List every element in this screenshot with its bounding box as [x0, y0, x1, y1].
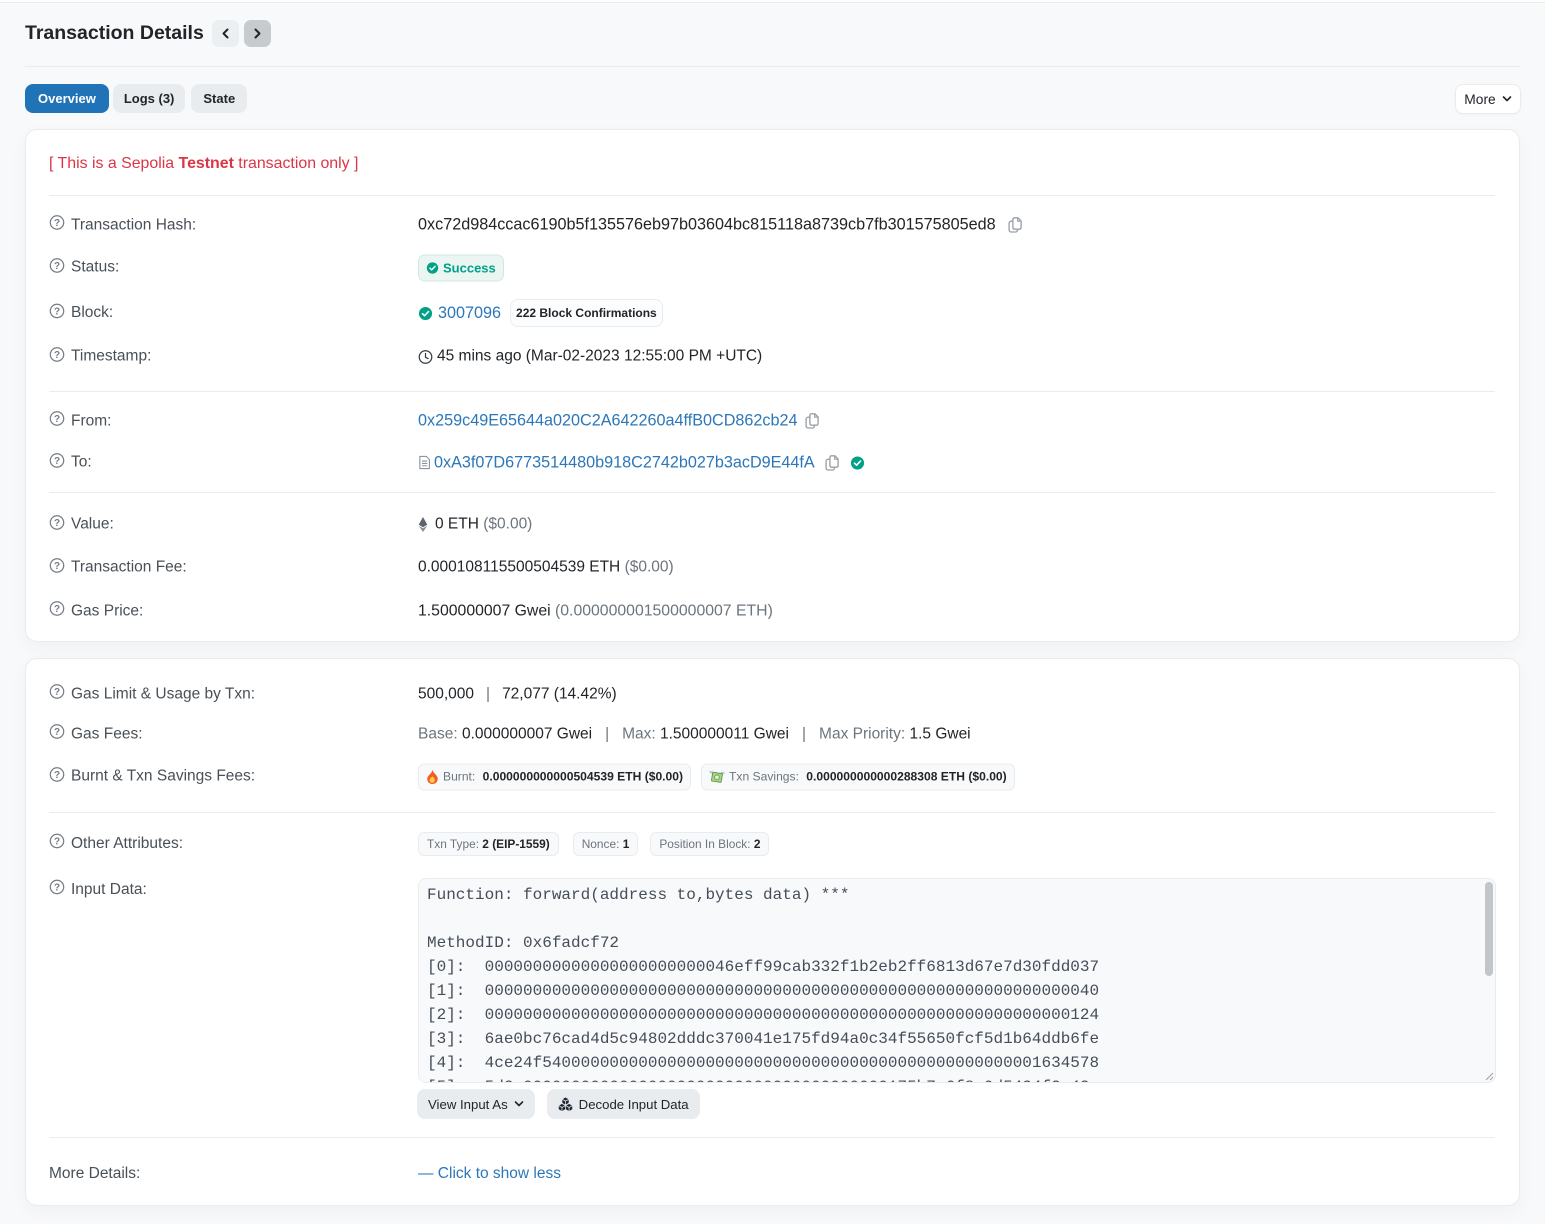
svg-text:?: ? — [54, 260, 60, 271]
svg-text:?: ? — [54, 769, 60, 780]
svg-text:?: ? — [54, 836, 60, 847]
svg-text:?: ? — [54, 414, 60, 425]
svg-text:?: ? — [54, 687, 60, 698]
svg-text:?: ? — [54, 727, 60, 738]
svg-text:?: ? — [54, 560, 60, 571]
svg-text:?: ? — [54, 306, 60, 317]
svg-text:?: ? — [54, 517, 60, 528]
svg-text:?: ? — [54, 604, 60, 615]
svg-text:?: ? — [54, 455, 60, 466]
svg-text:?: ? — [54, 882, 60, 893]
svg-text:?: ? — [54, 218, 60, 229]
svg-text:?: ? — [54, 349, 60, 360]
